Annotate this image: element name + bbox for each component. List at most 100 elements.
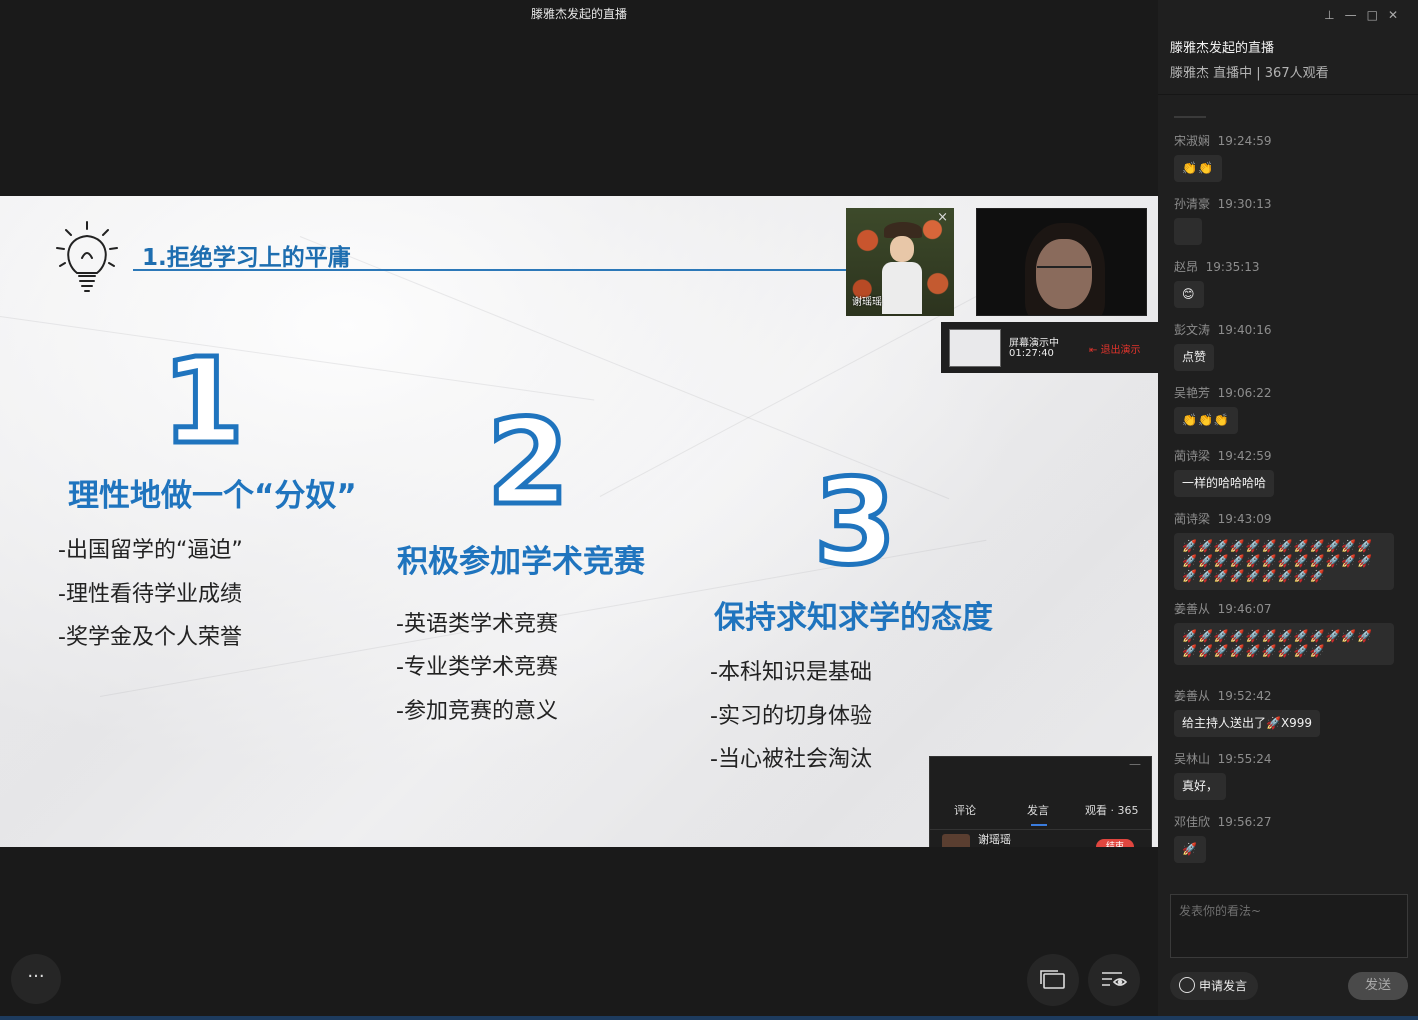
sender-name: 蔺诗梁 xyxy=(1174,449,1211,463)
pin-icon[interactable]: ⊥ xyxy=(1324,8,1344,22)
bullet-text: -专业类学术竞赛 xyxy=(396,655,558,680)
lightbulb-icon xyxy=(56,221,118,292)
screen-share-label: 屏幕演示中 xyxy=(1009,338,1059,349)
section-title-2: 积极参加学术竞赛 xyxy=(397,544,645,580)
message-meta: 蔺诗梁 19:42:59 xyxy=(1174,447,1274,464)
message-time: 19:24:59 xyxy=(1217,134,1272,148)
message-meta: 姜善从 19:46:07 xyxy=(1174,600,1394,617)
message-bubble: 🚀🚀🚀🚀🚀🚀🚀🚀🚀🚀🚀🚀🚀🚀🚀🚀🚀🚀🚀🚀🚀 xyxy=(1174,623,1394,665)
view-mode-button[interactable] xyxy=(1088,954,1140,1006)
section-title-3: 保持求知求学的态度 xyxy=(714,600,993,636)
tab-watch[interactable]: 观看 · 365 xyxy=(1085,802,1139,818)
screen-share-bar: 屏幕演示中 01:27:40 ⇤ 退出演示 xyxy=(941,322,1158,373)
bullet-text: -参加竞赛的意义 xyxy=(396,699,558,724)
video-figure xyxy=(1037,266,1091,282)
message-time: 19:06:22 xyxy=(1217,386,1272,400)
apply-speak-label: 申请发言 xyxy=(1199,979,1248,993)
chat-message: 赵昂 19:35:13 😊 xyxy=(1174,258,1260,308)
comment-placeholder: 发表你的看法~ xyxy=(1179,904,1262,918)
window-controls: ⊥—□✕ xyxy=(1324,8,1408,22)
svg-text:1: 1 xyxy=(162,346,244,446)
bullet-text: -奖学金及个人荣誉 xyxy=(58,625,242,650)
section-number-1: 1 xyxy=(160,346,247,446)
tab-speak[interactable]: 发言 xyxy=(1027,802,1049,818)
sender-name: 宋淑娴 xyxy=(1174,134,1211,148)
tab-comment[interactable]: 评论 xyxy=(954,802,976,818)
chat-message: 姜善从 19:52:42 给主持人送出了🚀X999 xyxy=(1174,687,1321,737)
window-title: 滕雅杰发起的直播 xyxy=(530,7,627,21)
eye-list-icon xyxy=(1102,972,1128,986)
sender-name: 姜善从 xyxy=(1174,689,1211,703)
comment-input[interactable]: 发表你的看法~ xyxy=(1170,894,1408,958)
minimize-icon[interactable]: — xyxy=(1345,8,1367,22)
divider xyxy=(930,829,1151,830)
section-number-3: 3 xyxy=(812,459,899,569)
chat-message: 彭文涛 19:40:16 点赞 xyxy=(1174,321,1272,371)
divider xyxy=(1158,94,1418,95)
message-meta: 宋淑娴 19:24:59 xyxy=(1174,132,1272,149)
bullet-text: -出国留学的“逼迫” xyxy=(58,538,243,563)
chat-message: 吴艳芳 19:06:22 👏👏👏 xyxy=(1174,384,1272,434)
message-meta: 赵昂 19:35:13 xyxy=(1174,258,1260,275)
chat-message: 孙清豪 19:30:13 xyxy=(1174,195,1272,249)
chat-message: 宋淑娴 19:24:59 👏👏 xyxy=(1174,132,1272,182)
bullet-text: -实习的切身体验 xyxy=(710,704,872,729)
chat-sidebar: ⊥—□✕ 滕雅杰发起的直播 滕雅杰 直播中 | 367人观看 宋淑娴 19:24… xyxy=(1158,0,1418,1020)
message-bubble: 一样的哈哈哈哈 xyxy=(1174,470,1275,497)
send-button[interactable]: 发送 xyxy=(1348,972,1408,1000)
message-time: 19:40:16 xyxy=(1217,323,1272,337)
video-tile-host[interactable] xyxy=(976,208,1147,316)
taskbar-edge xyxy=(0,1016,1418,1020)
exit-presentation-button[interactable]: ⇤ 退出演示 xyxy=(1089,341,1141,356)
message-time: 19:43:09 xyxy=(1217,512,1272,526)
svg-text:3: 3 xyxy=(814,459,896,569)
floating-panel: — 评论 发言 观看 · 365 谢瑶瑶 结束 xyxy=(929,756,1152,847)
apply-speak-button[interactable]: 申请发言 xyxy=(1170,972,1258,1000)
presentation-slide: 1.拒绝学习上的平庸 1 理性地做一个“分奴” -出国留学的“逼迫” -理性看待… xyxy=(0,196,1158,847)
message-meta: 蔺诗梁 19:43:09 xyxy=(1174,510,1394,527)
message-meta: 吴林山 19:55:24 xyxy=(1174,750,1272,767)
message-meta: 姜善从 19:52:42 xyxy=(1174,687,1320,704)
close-icon[interactable]: × xyxy=(937,210,948,225)
message-time: 19:46:07 xyxy=(1217,602,1272,616)
bullet-text: -理性看待学业成绩 xyxy=(58,582,242,607)
message-bubble: 🚀 xyxy=(1174,836,1206,863)
screen-thumbnail xyxy=(949,329,1001,367)
minimize-button[interactable]: — xyxy=(1129,757,1141,771)
message-time: 19:35:13 xyxy=(1205,260,1260,274)
message-bubble: 😊 xyxy=(1174,281,1204,308)
active-tab-indicator xyxy=(1031,824,1047,826)
layout-icon xyxy=(1040,970,1065,989)
message-bubble: 🚀🚀🚀🚀🚀🚀🚀🚀🚀🚀🚀🚀🚀🚀🚀🚀🚀🚀🚀🚀🚀🚀🚀🚀🚀🚀🚀🚀🚀🚀🚀🚀🚀 xyxy=(1174,533,1394,590)
message-bubble: 点赞 xyxy=(1174,344,1215,371)
slide-title: 1.拒绝学习上的平庸 xyxy=(142,245,351,271)
scroll-hint xyxy=(1174,116,1206,118)
title-underline xyxy=(133,269,853,271)
sender-name: 吴艳芳 xyxy=(1174,386,1211,400)
switch-layout-button[interactable] xyxy=(1027,954,1079,1006)
message-time: 19:56:27 xyxy=(1217,815,1272,829)
message-bubble: 👏👏 xyxy=(1174,155,1222,182)
sender-name: 孙清豪 xyxy=(1174,197,1211,211)
live-subtitle: 滕雅杰 直播中 | 367人观看 xyxy=(1170,66,1329,81)
section-number-2: 2 xyxy=(485,401,572,511)
message-bubble xyxy=(1174,218,1202,245)
more-button[interactable]: ··· xyxy=(11,954,61,1004)
chat-message: 姜善从 19:46:07 🚀🚀🚀🚀🚀🚀🚀🚀🚀🚀🚀🚀🚀🚀🚀🚀🚀🚀🚀🚀🚀 xyxy=(1174,600,1394,665)
video-tile-participant[interactable]: 谢瑶瑶 × xyxy=(846,208,954,316)
section-title-1: 理性地做一个“分奴” xyxy=(68,478,357,514)
live-title: 滕雅杰发起的直播 xyxy=(1170,41,1275,56)
bullet-text: -英语类学术竞赛 xyxy=(396,612,558,637)
sender-name: 蔺诗梁 xyxy=(1174,512,1211,526)
sender-name: 赵昂 xyxy=(1174,260,1199,274)
bullet-text: -当心被社会淘汰 xyxy=(710,747,872,772)
bullet-text: -本科知识是基础 xyxy=(710,660,872,685)
close-icon[interactable]: ✕ xyxy=(1388,8,1408,22)
message-meta: 吴艳芳 19:06:22 xyxy=(1174,384,1272,401)
chat-message: 蔺诗梁 19:43:09 🚀🚀🚀🚀🚀🚀🚀🚀🚀🚀🚀🚀🚀🚀🚀🚀🚀🚀🚀🚀🚀🚀🚀🚀🚀🚀🚀… xyxy=(1174,510,1394,590)
message-meta: 孙清豪 19:30:13 xyxy=(1174,195,1272,212)
maximize-icon[interactable]: □ xyxy=(1367,8,1388,22)
sender-name: 邓佳欣 xyxy=(1174,815,1211,829)
end-button[interactable]: 结束 xyxy=(1096,839,1134,847)
video-figure xyxy=(882,262,922,314)
